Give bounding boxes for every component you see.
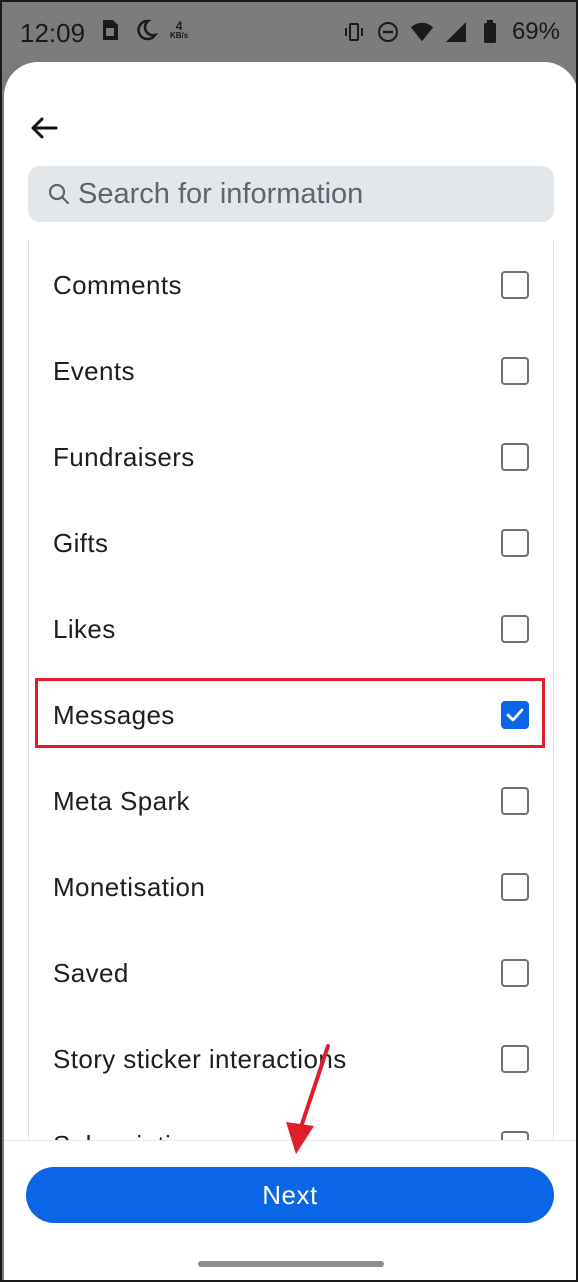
phone-frame: 12:09 4 KB/s 69% Search for information … [0, 0, 578, 1282]
search-input[interactable]: Search for information [28, 166, 554, 222]
checkbox[interactable] [501, 443, 529, 471]
signal-icon [444, 20, 468, 44]
back-button[interactable] [24, 108, 64, 148]
list-item[interactable]: Gifts [29, 500, 553, 586]
list-item[interactable]: Monetisation [29, 844, 553, 930]
checkbox[interactable] [501, 1045, 529, 1073]
list-item-label: Fundraisers [53, 441, 195, 472]
checkbox[interactable] [501, 271, 529, 299]
list-item-label: Messages [53, 699, 175, 730]
checkbox[interactable] [501, 357, 529, 385]
battery-percent: 69% [511, 18, 560, 45]
checkbox-checked[interactable] [501, 701, 529, 729]
list-item-label: Gifts [53, 527, 109, 558]
net-speed-unit: KB/s [170, 31, 189, 40]
wifi-icon [410, 20, 434, 44]
arrow-left-icon [31, 117, 58, 139]
status-bar: 12:09 4 KB/s 69% [2, 2, 576, 66]
list-item-label: Subscriptions [53, 1130, 214, 1141]
battery-icon [478, 20, 502, 44]
checkbox[interactable] [501, 529, 529, 557]
status-right-icons: 69% [342, 18, 560, 46]
list-item-label: Events [53, 355, 135, 386]
checkbox[interactable] [501, 959, 529, 987]
list-item-label: Saved [53, 957, 129, 988]
status-time: 12:09 [20, 18, 86, 48]
checkbox[interactable] [501, 873, 529, 901]
net-speed: 4 KB/s [170, 20, 188, 40]
status-left-icons: 4 KB/s [98, 18, 188, 42]
list-item[interactable]: Fundraisers [29, 414, 553, 500]
bottom-sheet: Search for information Comments Events F… [4, 62, 576, 1280]
list-item[interactable]: Subscriptions [29, 1102, 553, 1141]
list-item[interactable]: Events [29, 328, 553, 414]
list-item[interactable]: Meta Spark [29, 758, 553, 844]
list-item-label: Likes [53, 613, 116, 644]
list-item-label: Comments [53, 269, 182, 300]
sim-icon [98, 18, 122, 42]
list-item[interactable]: Comments [29, 242, 553, 328]
list-item[interactable]: Story sticker interactions [29, 1016, 553, 1102]
list-item[interactable]: Saved [29, 930, 553, 1016]
checkbox[interactable] [501, 1131, 529, 1140]
checkbox[interactable] [501, 615, 529, 643]
next-button[interactable]: Next [26, 1167, 554, 1223]
list-item-label: Story sticker interactions [53, 1043, 347, 1074]
list-item-label: Monetisation [53, 871, 206, 902]
checkmark-icon [506, 708, 524, 722]
list-item[interactable]: Likes [29, 586, 553, 672]
list-item-messages[interactable]: Messages [29, 672, 553, 758]
search-icon [46, 181, 72, 207]
vibrate-icon [342, 20, 366, 44]
night-mode-icon [134, 18, 158, 42]
list-item-label: Meta Spark [53, 785, 190, 816]
search-placeholder: Search for information [78, 177, 364, 210]
dnd-icon [376, 20, 400, 44]
checkbox[interactable] [501, 787, 529, 815]
home-indicator[interactable] [198, 1261, 384, 1267]
bottom-action-bar: Next [4, 1140, 576, 1280]
information-category-list[interactable]: Comments Events Fundraisers Gifts Likes … [28, 240, 554, 1140]
